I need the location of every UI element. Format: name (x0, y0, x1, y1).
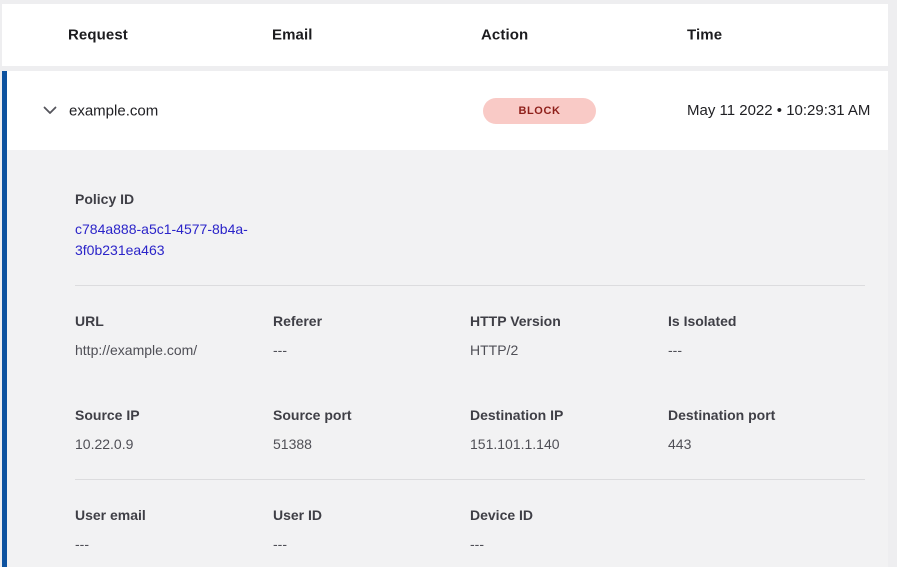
field-user-id: User ID --- (273, 506, 470, 553)
divider (75, 285, 865, 286)
field-value: --- (273, 535, 470, 553)
field-value: --- (668, 341, 865, 359)
field-label: Referer (273, 312, 470, 330)
field-value: 443 (668, 435, 865, 453)
field-source-port: Source port 51388 (273, 406, 470, 453)
field-value: --- (273, 341, 470, 359)
field-value: 10.22.0.9 (75, 435, 273, 453)
field-user-email: User email --- (75, 506, 273, 553)
field-label: Destination IP (470, 406, 668, 424)
details-fields-row-2: Source IP 10.22.0.9 Source port 51388 De… (75, 406, 865, 453)
field-label: Source IP (75, 406, 273, 424)
field-device-id: Device ID --- (470, 506, 668, 553)
field-value: http://example.com/ (75, 341, 273, 359)
field-is-isolated: Is Isolated --- (668, 312, 865, 359)
column-header-email: Email (272, 27, 313, 44)
time-cell: May 11 2022 • 10:29:31 AM (687, 99, 883, 123)
field-label: Destination port (668, 406, 865, 424)
table-row[interactable]: example.com BLOCK May 11 2022 • 10:29:31… (2, 71, 888, 150)
field-label: User ID (273, 506, 470, 524)
field-label: User email (75, 506, 273, 524)
field-value: --- (75, 535, 273, 553)
field-destination-port: Destination port 443 (668, 406, 865, 453)
column-header-action: Action (481, 27, 528, 44)
policy-id-label: Policy ID (75, 150, 865, 208)
policy-id-link[interactable]: c784a888-a5c1-4577-8b4a-3f0b231ea463 (75, 219, 275, 261)
details-fields-row-3: User email --- User ID --- Device ID --- (75, 506, 865, 553)
field-value: 51388 (273, 435, 470, 453)
field-label: Source port (273, 406, 470, 424)
row-details-panel: Policy ID c784a888-a5c1-4577-8b4a-3f0b23… (2, 150, 888, 567)
field-label: Is Isolated (668, 312, 865, 330)
column-header-time: Time (687, 27, 722, 44)
request-cell: example.com (69, 102, 158, 119)
request-log-page: Request Email Action Time example.com BL… (0, 0, 897, 567)
field-label: URL (75, 312, 273, 330)
field-referer: Referer --- (273, 312, 470, 359)
column-header-request: Request (68, 27, 128, 44)
chevron-down-icon[interactable] (42, 103, 58, 119)
field-label: Device ID (470, 506, 668, 524)
field-value: 151.101.1.140 (470, 435, 668, 453)
field-http-version: HTTP Version HTTP/2 (470, 312, 668, 359)
field-value: --- (470, 535, 668, 553)
field-value: HTTP/2 (470, 341, 668, 359)
field-url: URL http://example.com/ (75, 312, 273, 359)
field-source-ip: Source IP 10.22.0.9 (75, 406, 273, 453)
divider (75, 479, 865, 480)
field-destination-ip: Destination IP 151.101.1.140 (470, 406, 668, 453)
details-fields-row-1: URL http://example.com/ Referer --- HTTP… (75, 312, 865, 359)
action-block-badge: BLOCK (483, 98, 596, 124)
table-header: Request Email Action Time (2, 4, 888, 66)
field-label: HTTP Version (470, 312, 668, 330)
log-table-card: Request Email Action Time example.com BL… (2, 4, 888, 567)
